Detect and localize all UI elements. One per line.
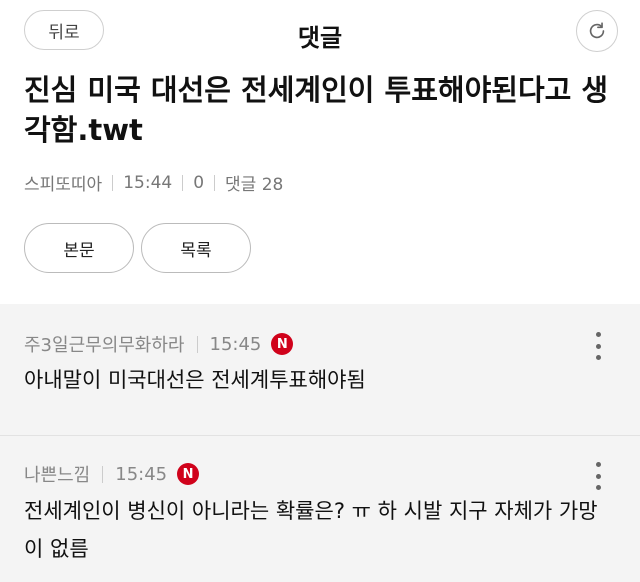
- comment-count: 댓글 28: [225, 175, 284, 195]
- refresh-button[interactable]: [576, 10, 618, 52]
- comment-author[interactable]: 나쁜느낌: [24, 461, 90, 487]
- list-button[interactable]: 목록: [141, 223, 251, 273]
- new-badge: N: [271, 333, 294, 355]
- view-post-button[interactable]: 본문: [24, 223, 134, 273]
- post-time: 15:44: [123, 172, 173, 193]
- divider: [214, 174, 216, 191]
- more-options-icon[interactable]: [588, 462, 608, 490]
- more-options-icon[interactable]: [588, 332, 608, 360]
- comment-meta: 주3일근무의무화하라 15:45 N: [24, 331, 294, 357]
- top-bar: 뒤로 댓글: [0, 0, 640, 70]
- new-badge: N: [177, 463, 200, 485]
- comment-time: 15:45: [209, 333, 262, 355]
- divider: [182, 174, 184, 191]
- comment-author[interactable]: 주3일근무의무화하라: [24, 331, 185, 357]
- comment-divider: [0, 435, 640, 436]
- comment-time: 15:45: [115, 463, 168, 485]
- post-title: 진심 미국 대선은 전세계인이 투표해야된다고 생각함.twt: [24, 73, 609, 147]
- post-meta: 스피또띠아 15:44 0 댓글 28: [24, 170, 284, 196]
- divider: [196, 335, 198, 353]
- comment-text: 전세계인이 병신이 아니라는 확률은? ㅠ 하 시발 지구 자체가 가망이 없름: [24, 499, 598, 561]
- post-author[interactable]: 스피또띠아: [24, 170, 102, 195]
- refresh-icon: [589, 22, 605, 39]
- comment-meta: 나쁜느낌 15:45 N: [24, 461, 200, 487]
- divider: [102, 465, 104, 483]
- divider: [112, 174, 114, 191]
- comment-text: 아내말이 미국대선은 전세계투표해야됨: [24, 368, 366, 392]
- page-title: 댓글: [297, 24, 343, 52]
- post-views: 0: [193, 172, 205, 193]
